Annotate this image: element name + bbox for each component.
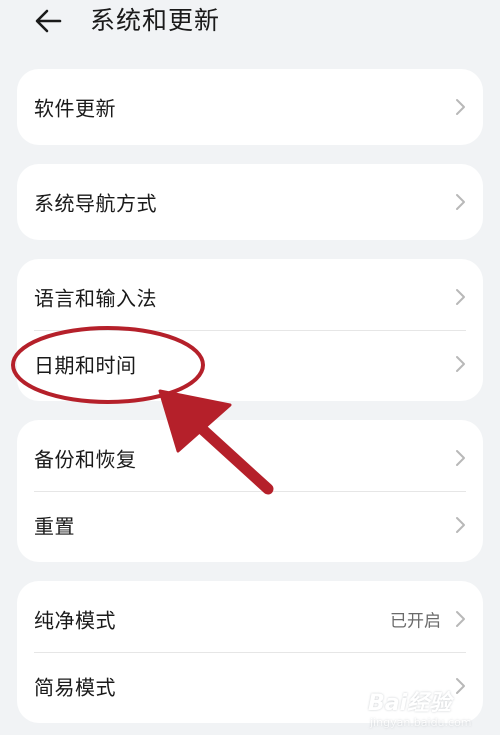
chevron-right-icon	[456, 194, 465, 210]
settings-screen: 系统和更新 软件更新 系统导航方式 语言和输入法 日期和时间 备份和恢复 重置 …	[0, 0, 500, 735]
settings-item-pure-mode[interactable]: 纯净模式 已开启	[17, 586, 483, 652]
settings-item-language-input[interactable]: 语言和输入法	[17, 264, 483, 330]
chevron-right-icon	[456, 99, 465, 115]
item-label: 备份和恢复	[34, 447, 137, 472]
back-button[interactable]	[30, 4, 70, 40]
settings-group-language-time: 语言和输入法 日期和时间	[17, 259, 483, 401]
item-label: 重置	[34, 514, 75, 539]
item-label: 日期和时间	[34, 353, 137, 378]
settings-item-date-time[interactable]: 日期和时间	[17, 331, 483, 397]
item-label: 语言和输入法	[34, 286, 157, 311]
chevron-right-icon	[456, 450, 465, 466]
chevron-right-icon	[456, 611, 465, 627]
page-title: 系统和更新	[90, 6, 221, 35]
chevron-right-icon	[456, 289, 465, 305]
item-label: 简易模式	[34, 675, 116, 700]
arrow-left-icon	[35, 9, 62, 33]
header: 系统和更新	[0, 0, 500, 48]
chevron-right-icon	[456, 517, 465, 533]
settings-item-system-navigation[interactable]: 系统导航方式	[17, 169, 483, 235]
watermark-logo-text: Bai经验	[368, 691, 452, 716]
item-label: 系统导航方式	[34, 191, 157, 216]
item-label: 软件更新	[34, 96, 116, 121]
settings-group-backup-reset: 备份和恢复 重置	[17, 420, 483, 562]
watermark-url: jingyan.baidu.com	[370, 716, 472, 729]
watermark: Bai经验 jingyan.baidu.com	[366, 683, 486, 729]
settings-item-reset[interactable]: 重置	[17, 492, 483, 558]
settings-item-backup-restore[interactable]: 备份和恢复	[17, 425, 483, 491]
item-label: 纯净模式	[34, 608, 116, 633]
item-status-value: 已开启	[390, 611, 441, 632]
settings-item-software-update[interactable]: 软件更新	[17, 74, 483, 140]
chevron-right-icon	[456, 356, 465, 372]
settings-group-software: 软件更新	[17, 69, 483, 145]
settings-group-navigation: 系统导航方式	[17, 164, 483, 240]
